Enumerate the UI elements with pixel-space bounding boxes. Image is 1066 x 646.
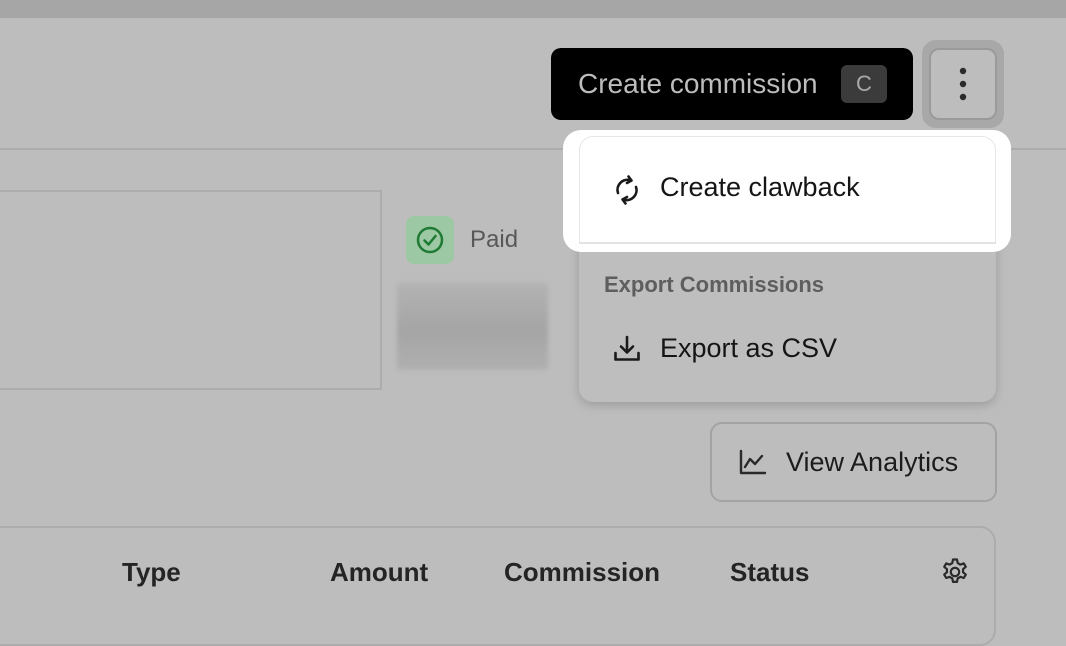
keyboard-shortcut-badge: C [841, 65, 887, 103]
vertical-dots-icon [959, 67, 967, 101]
column-header-type[interactable]: Type [122, 557, 181, 588]
menu-item-label: Export as CSV [660, 333, 838, 363]
column-header-status[interactable]: Status [730, 557, 809, 588]
card-bottom-border [0, 388, 380, 390]
check-circle-icon [416, 226, 444, 254]
create-commission-button[interactable]: Create commission C [551, 48, 913, 120]
status-label: Paid [470, 226, 519, 253]
gear-icon[interactable] [940, 557, 970, 587]
column-header-commission[interactable]: Commission [504, 557, 660, 588]
download-icon [612, 334, 642, 364]
view-analytics-button[interactable]: View Analytics [710, 422, 997, 502]
create-commission-label: Create commission [578, 68, 818, 99]
top-scroll-strip [0, 0, 1066, 18]
more-options-button[interactable] [929, 48, 997, 120]
menu-item-label: Create clawback [660, 172, 860, 202]
blurred-content [397, 283, 548, 370]
column-header-amount[interactable]: Amount [330, 557, 428, 588]
view-analytics-label: View Analytics [786, 446, 959, 477]
paid-check-badge [406, 216, 454, 264]
menu-item-export-csv[interactable]: Export as CSV [612, 333, 837, 364]
menu-section-label: Export Commissions [604, 272, 825, 297]
menu-item-create-clawback[interactable]: Create clawback [612, 172, 860, 205]
line-chart-icon [739, 449, 767, 475]
refresh-icon [612, 173, 642, 205]
card-top-border [0, 190, 380, 192]
